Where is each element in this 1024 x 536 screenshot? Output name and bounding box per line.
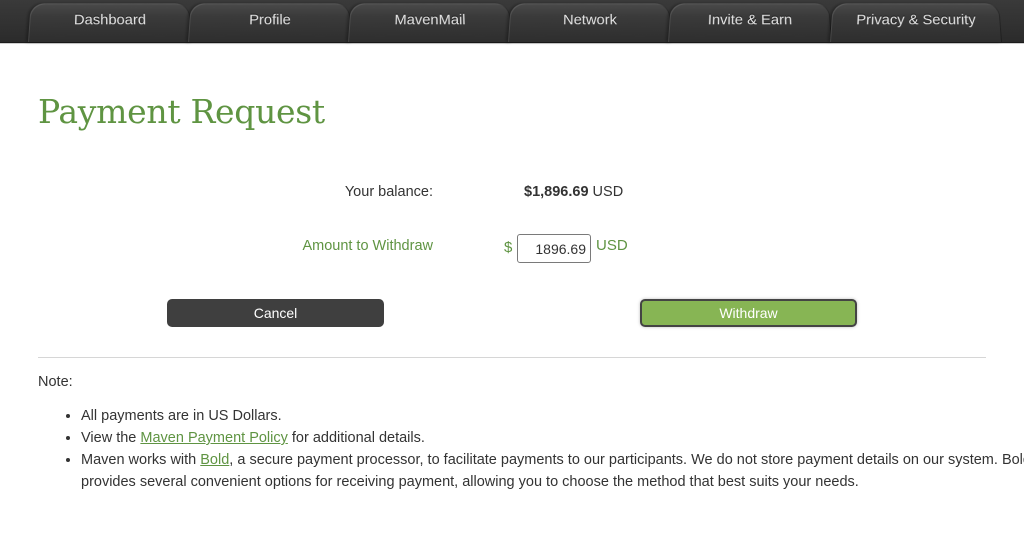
nav-tab-profile[interactable]: Profile <box>188 3 352 43</box>
maven-payment-policy-link[interactable]: Maven Payment Policy <box>140 430 287 446</box>
note-label: Note: <box>38 374 73 390</box>
notes-list: All payments are in US Dollars. View the… <box>38 405 1024 493</box>
amount-currency: USD <box>596 237 628 254</box>
nav-tab-invite-earn[interactable]: Invite & Earn <box>668 3 832 43</box>
nav-tab-label: MavenMail <box>394 11 466 29</box>
note-text: for additional details. <box>287 430 425 446</box>
balance-amount: $1,896.69 <box>524 184 589 200</box>
cancel-button[interactable]: Cancel <box>167 299 384 327</box>
nav-tab-mavenmail[interactable]: MavenMail <box>348 3 512 43</box>
section-divider <box>38 357 986 358</box>
withdraw-amount-input[interactable] <box>517 234 591 263</box>
note-item: View the Maven Payment Policy for additi… <box>81 427 1024 449</box>
nav-tab-dashboard[interactable]: Dashboard <box>28 3 192 43</box>
nav-tab-label: Dashboard <box>73 11 147 29</box>
note-text: All payments are in US Dollars. <box>81 408 282 424</box>
note-item: All payments are in US Dollars. <box>81 405 1024 427</box>
note-item: Maven works with Bold, a secure payment … <box>81 449 1024 493</box>
bold-link[interactable]: Bold <box>200 452 229 468</box>
nav-tab-label: Network <box>562 11 618 29</box>
page-title: Payment Request <box>38 92 325 131</box>
note-text: Maven works with <box>81 452 201 468</box>
amount-to-withdraw-label: Amount to Withdraw <box>302 238 433 254</box>
withdraw-button[interactable]: Withdraw <box>640 299 857 327</box>
nav-tab-label: Profile <box>248 11 292 29</box>
balance-value: $1,896.69 USD <box>524 184 623 200</box>
nav-tab-network[interactable]: Network <box>508 3 672 43</box>
currency-symbol: $ <box>504 239 513 256</box>
balance-label: Your balance: <box>344 184 433 200</box>
nav-tab-label: Privacy & Security <box>855 11 977 29</box>
note-text: View the <box>81 430 141 446</box>
nav-tab-label: Invite & Earn <box>707 11 793 29</box>
balance-currency: USD <box>592 184 624 200</box>
nav-tab-privacy-security[interactable]: Privacy & Security <box>830 3 1002 43</box>
top-navigation-bar: Dashboard Profile MavenMail Network Invi… <box>0 0 1024 43</box>
